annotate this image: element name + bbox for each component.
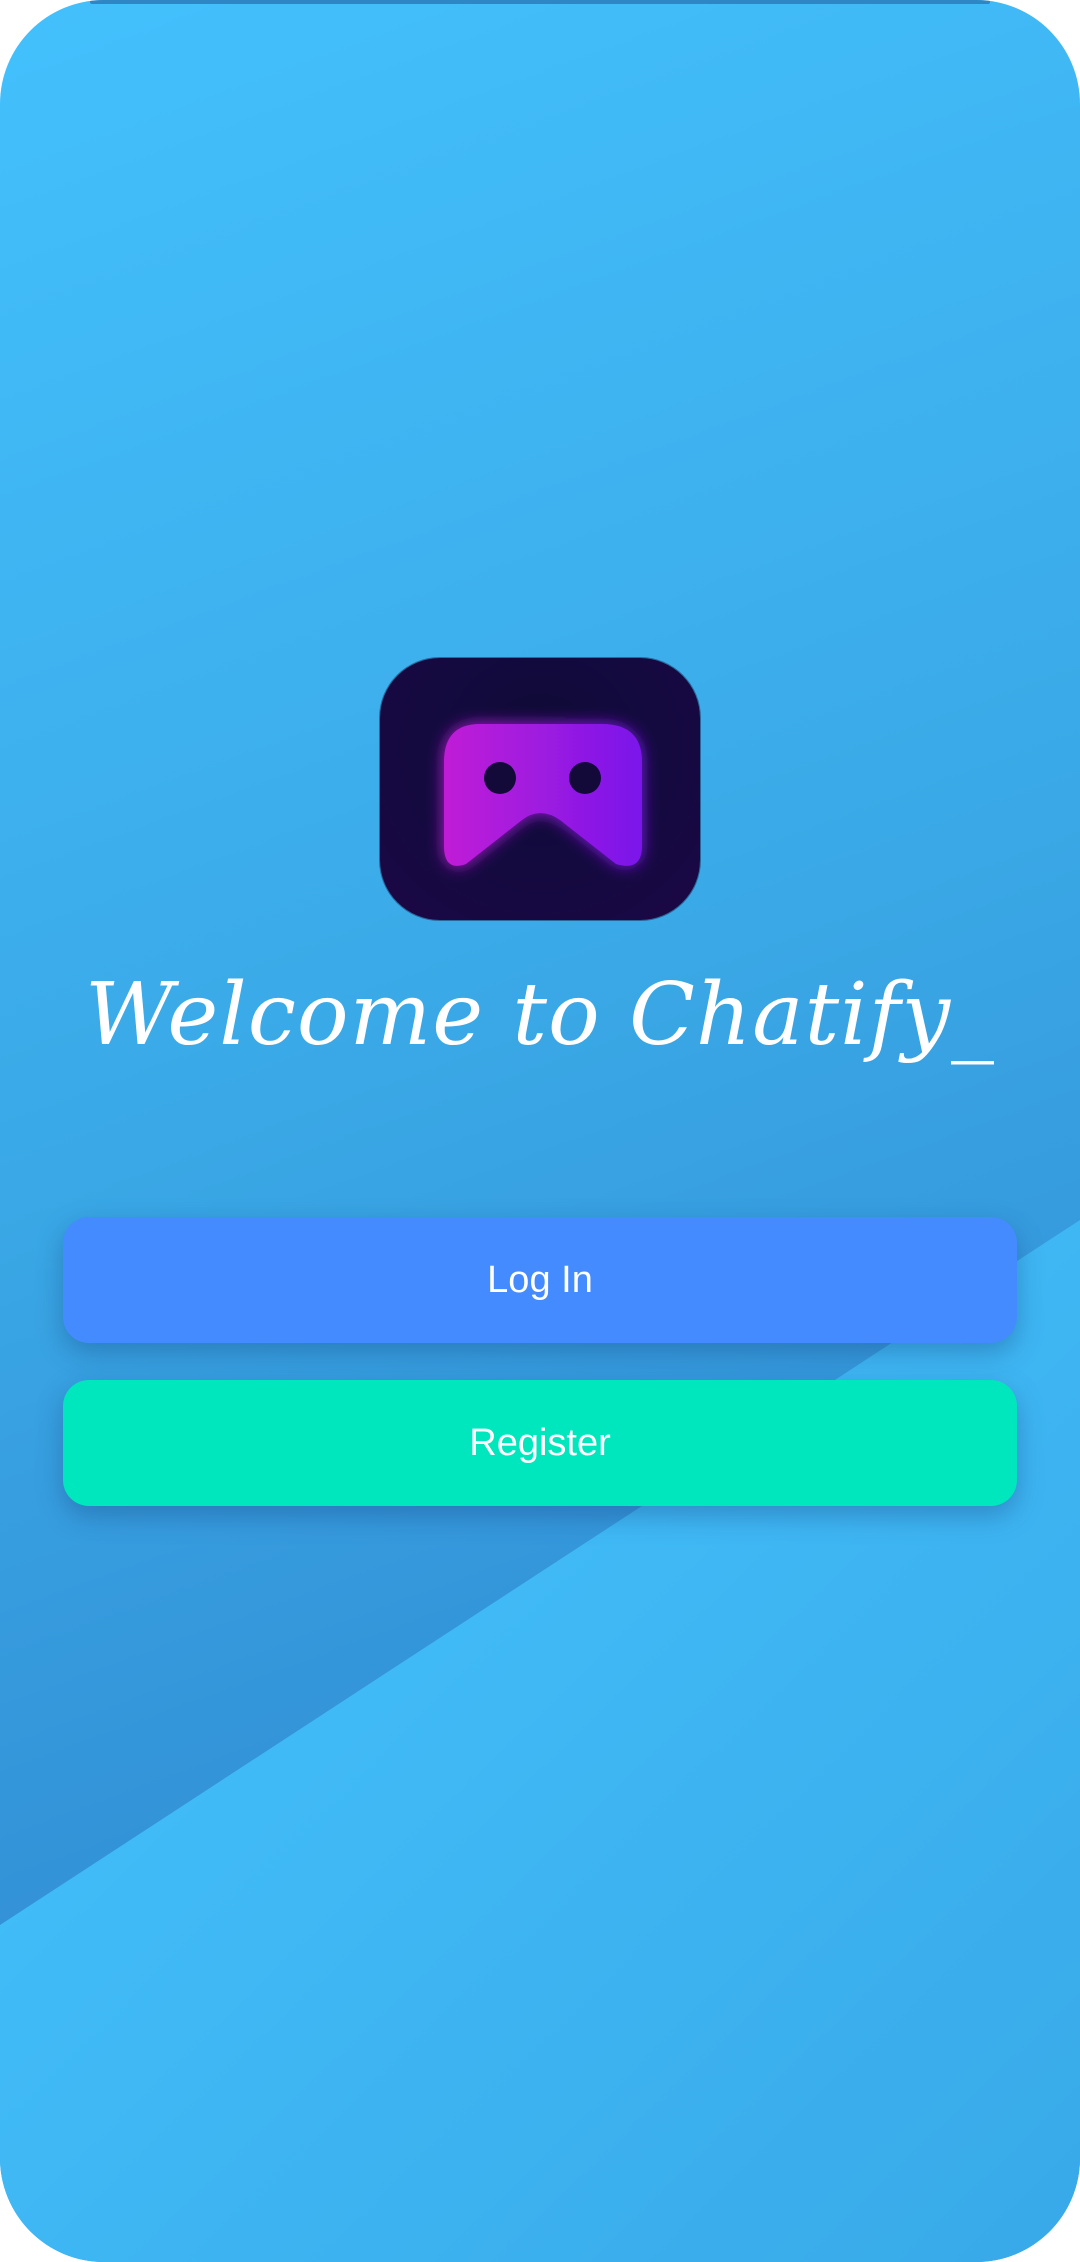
register-button[interactable]: Register [63, 1380, 1017, 1506]
mask-logo-icon [444, 724, 642, 866]
welcome-screen: Welcome to Chatify_ Log In Register [0, 0, 1080, 2262]
app-logo [380, 658, 700, 920]
login-button[interactable]: Log In [63, 1217, 1017, 1343]
background-diagonal [0, 1220, 1080, 2262]
welcome-title: Welcome to Chatify_ [84, 965, 996, 1065]
